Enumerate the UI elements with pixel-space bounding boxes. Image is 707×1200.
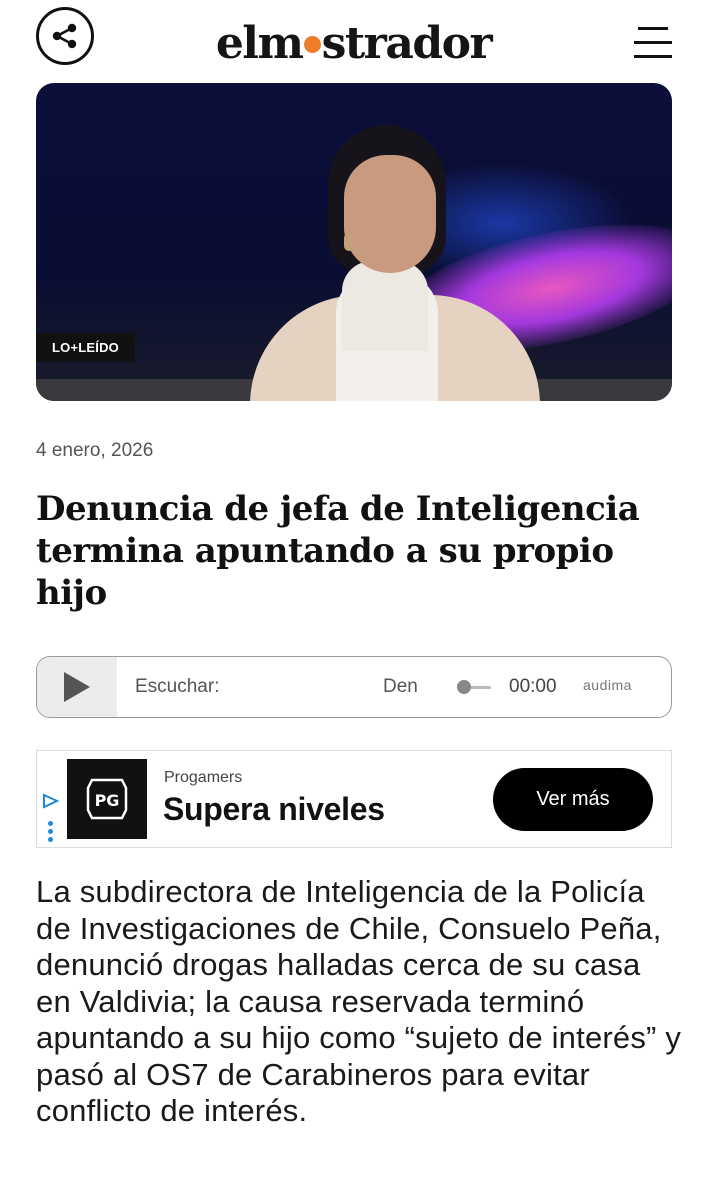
- site-logo[interactable]: elm strador: [0, 18, 707, 70]
- ad-options-icon[interactable]: [48, 821, 54, 843]
- menu-line: [634, 41, 672, 44]
- hero-image[interactable]: LO+LEÍDO: [36, 83, 672, 401]
- ad-cta-button[interactable]: Ver más: [493, 768, 653, 831]
- volume-slider[interactable]: [457, 679, 493, 695]
- ad-logo-mark: PG: [86, 778, 128, 820]
- ad-logo-text: PG: [95, 791, 120, 810]
- article-date: 4 enero, 2026: [36, 440, 154, 461]
- play-button[interactable]: [37, 657, 117, 717]
- volume-knob[interactable]: [457, 680, 471, 694]
- hero-person-face: [344, 155, 436, 273]
- menu-line: [638, 27, 668, 30]
- player-brand[interactable]: audima: [583, 677, 632, 693]
- ad-logo[interactable]: PG: [67, 759, 147, 839]
- ad-choices-icon[interactable]: [41, 793, 61, 809]
- hero-person-neck: [342, 261, 428, 351]
- track-title: Den: [383, 676, 418, 697]
- play-icon: [64, 672, 90, 702]
- article-title: Denuncia de jefa de Inteligencia termina…: [36, 489, 640, 613]
- hero-person-earring: [344, 233, 354, 251]
- site-header: elm strador: [0, 0, 707, 82]
- article-lead: La subdirectora de Inteligencia de la Po…: [36, 874, 682, 1128]
- most-read-badge: LO+LEÍDO: [36, 333, 135, 362]
- logo-dot: [303, 36, 321, 53]
- ad-option-dot: [48, 821, 53, 826]
- ad-option-dot: [48, 829, 53, 834]
- ad-option-dot: [48, 837, 53, 842]
- logo-text-start: elm: [215, 18, 304, 69]
- audio-player: Escuchar: Den 00:00 audima: [36, 656, 672, 718]
- playback-time: 00:00: [509, 676, 557, 697]
- menu-line: [634, 55, 672, 58]
- ad-advertiser: Progamers: [164, 769, 243, 786]
- ad-headline: Supera niveles: [163, 791, 385, 827]
- logo-text-end: strador: [321, 18, 493, 69]
- listen-label: Escuchar:: [135, 676, 220, 697]
- hamburger-menu-icon[interactable]: [634, 27, 672, 61]
- ad-banner[interactable]: PG Progamers Supera niveles Ver más: [36, 750, 672, 848]
